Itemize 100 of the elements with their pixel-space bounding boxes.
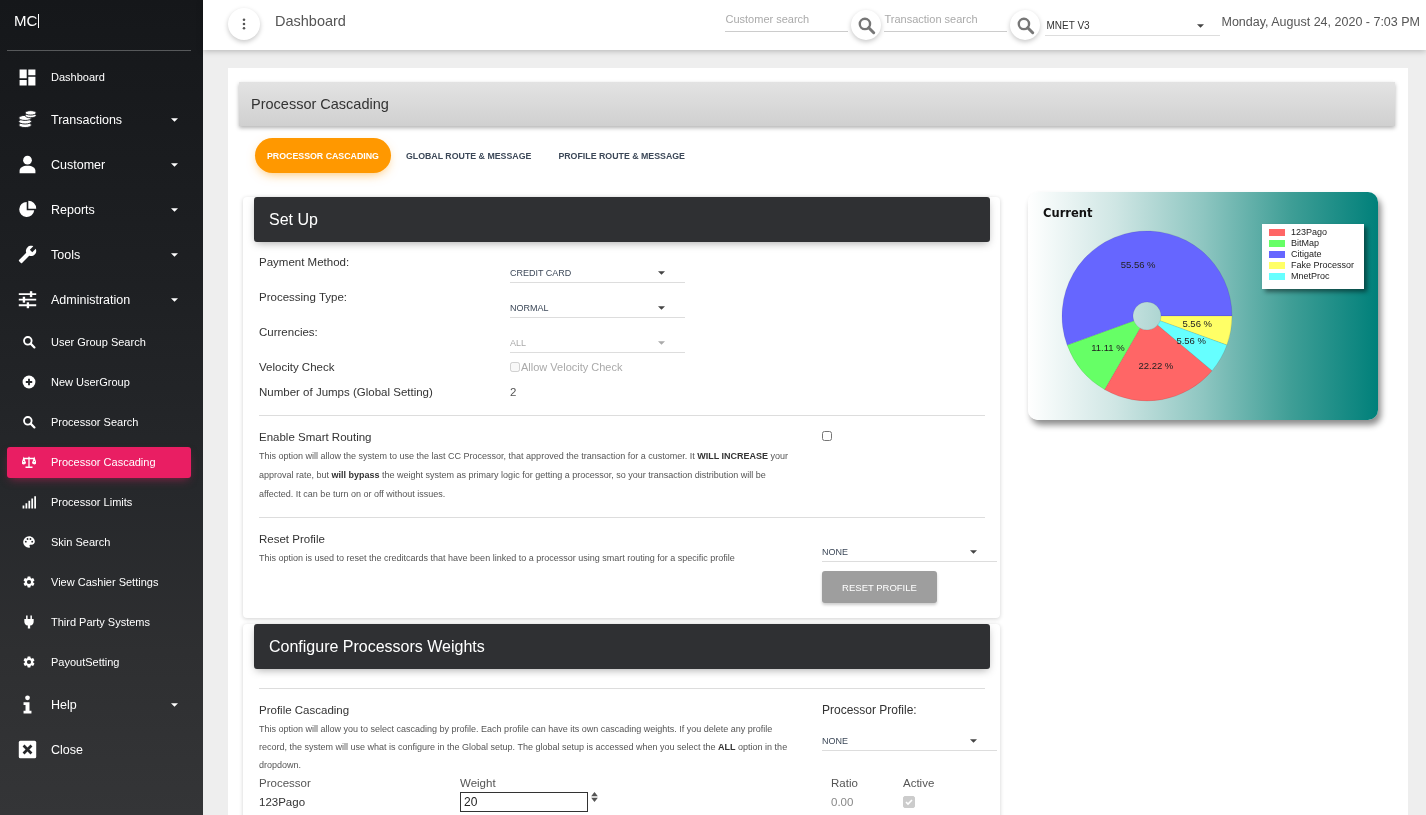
field-label: Number of Jumps (Global Setting) [259,385,434,400]
dashboard-grid-icon [18,67,37,87]
search-button[interactable] [851,10,882,40]
column-header: Processor [259,776,312,789]
pie-chart-icon [18,200,37,219]
close-icon [18,740,37,759]
sidebar-item[interactable]: Processor Search [7,406,191,438]
section-description: This option will allow you to select cascading by profile. Each profile can have its own cascading weights. If you delete any profile record, the system will use what is configure in the Global setup. The global setup is accessed when you select the ALL option in the dropdown. [259,723,789,772]
section-title: Enable Smart Routing [259,430,373,445]
section-description: This option will allow the system to use the last CC Processor, that approved the transaction for a customer. It WILL INCREASE your approval rate, but will bypass the weight system as primary logic for getting a processor, so your transaction distribution will be affected. It can be turn on or off without issues. [259,450,790,501]
section-title: Profile Cascading [259,703,351,718]
checkbox[interactable] [822,431,832,441]
caret-icon [171,252,178,257]
signal-bars-icon [22,495,36,509]
field-label: Processor Profile: [822,702,917,719]
palette-icon [22,535,36,549]
settings-icon [22,575,36,589]
select-field[interactable]: MNET V3 [1045,16,1221,36]
person-icon [18,155,37,174]
sidebar-item[interactable]: User Group Search [7,326,191,358]
tab[interactable]: PROFILE ROUTE & MESSAGE [546,138,697,173]
sidebar-item[interactable]: PayoutSetting [7,646,191,678]
legend-label: Citigate [1291,249,1322,260]
sidebar-item[interactable]: Third Party Systems [7,606,191,638]
wrench-icon [18,245,37,264]
data-label: 55.56 % [1120,259,1156,271]
field-label: Payment Method: [259,255,351,270]
sidebar-item[interactable]: Tools [7,236,191,273]
search-icon [1016,15,1035,35]
caret-icon [970,550,977,554]
field-label: Processing Type: [259,290,348,305]
caret-icon [1197,23,1205,28]
sidebar-item[interactable]: Help [7,686,191,723]
caret-icon [171,162,178,167]
card-title: Set Up [269,210,318,229]
sidebar-item[interactable]: Processor Limits [7,486,191,518]
legend-label: Fake Processor [1291,260,1355,271]
legend-label: BitMap [1291,238,1319,249]
tab[interactable]: GLOBAL ROUTE & MESSAGE [393,138,544,173]
field-label: Currencies: [259,325,319,340]
caret-icon [970,739,977,743]
column-header: Ratio [831,776,859,789]
select-field[interactable]: NONE [822,545,997,562]
field-value: 2 [510,385,517,400]
caret-icon [171,297,178,302]
checkbox-label: Allow Velocity Check [521,361,623,373]
caret-icon [658,341,665,345]
sidebar-item[interactable]: Customer [7,146,191,183]
sidebar-item[interactable]: New UserGroup [7,366,191,398]
column-header: Weight [460,776,497,789]
sidebar-item[interactable]: Reports [7,191,191,228]
legend-label: MnetProc [1291,271,1330,282]
legend-label: 123Pago [1291,227,1328,238]
more-vertical-icon [242,18,246,30]
caret-icon [658,306,665,310]
weight-input[interactable]: 20 [460,792,588,812]
sidebar-item[interactable]: Dashboard [7,61,191,93]
sliders-icon [18,290,37,309]
section-title: Reset Profile [259,532,326,547]
section-description: This option is used to reset the creditcards that have been linked to a processor using smart routing for a specific profile [259,552,736,565]
text-cursor-icon [38,14,40,28]
field-label: Velocity Check [259,360,336,375]
sidebar-item[interactable]: Skin Search [7,526,191,558]
page-heading: Dashboard [275,13,346,29]
table-cell-text: 0.00 [831,796,855,808]
checkbox[interactable] [903,796,915,808]
select-field[interactable]: NONE [822,734,997,751]
select-field[interactable]: CREDIT CARD [510,266,685,283]
date-time: Monday, August 24, 2020 - 7:03 PM [1221,15,1420,29]
sidebar-item[interactable]: Processor Cascading [7,446,191,478]
spinner-icon[interactable] [591,792,598,802]
search-field[interactable]: Customer search [725,10,849,32]
data-label: 11.11 % [1091,342,1125,354]
column-header: Active [903,776,936,789]
search-icon [22,335,36,349]
sidebar-item[interactable]: Close [7,731,191,768]
table-cell-text: 123Pago [259,796,307,808]
sidebar-item[interactable]: View Cashier Settings [7,566,191,598]
page-title: Processor Cascading [251,96,389,112]
search-field[interactable]: Transaction search [884,10,1008,32]
caret-icon [171,702,178,707]
search-button[interactable] [1010,10,1041,40]
data-label: 22.22 % [1138,359,1174,371]
data-label: 5.56 % [1182,318,1212,330]
settings-icon [22,655,36,669]
data-label: 5.56 % [1176,335,1206,346]
card-title: Configure Processors Weights [269,637,485,656]
coins-icon [18,110,37,129]
select-field[interactable]: NORMAL [510,301,685,318]
logo-text: MC [14,12,38,30]
search-icon [22,415,36,429]
sidebar-item[interactable]: Transactions [7,101,191,138]
search-icon [857,15,876,35]
sidebar-item[interactable]: Administration [7,281,191,318]
caret-icon [171,117,178,122]
balance-scale-icon [22,455,36,469]
caret-icon [171,207,178,212]
caret-icon [658,271,665,275]
plug-icon [22,615,36,629]
plus-circle-icon [22,375,36,389]
